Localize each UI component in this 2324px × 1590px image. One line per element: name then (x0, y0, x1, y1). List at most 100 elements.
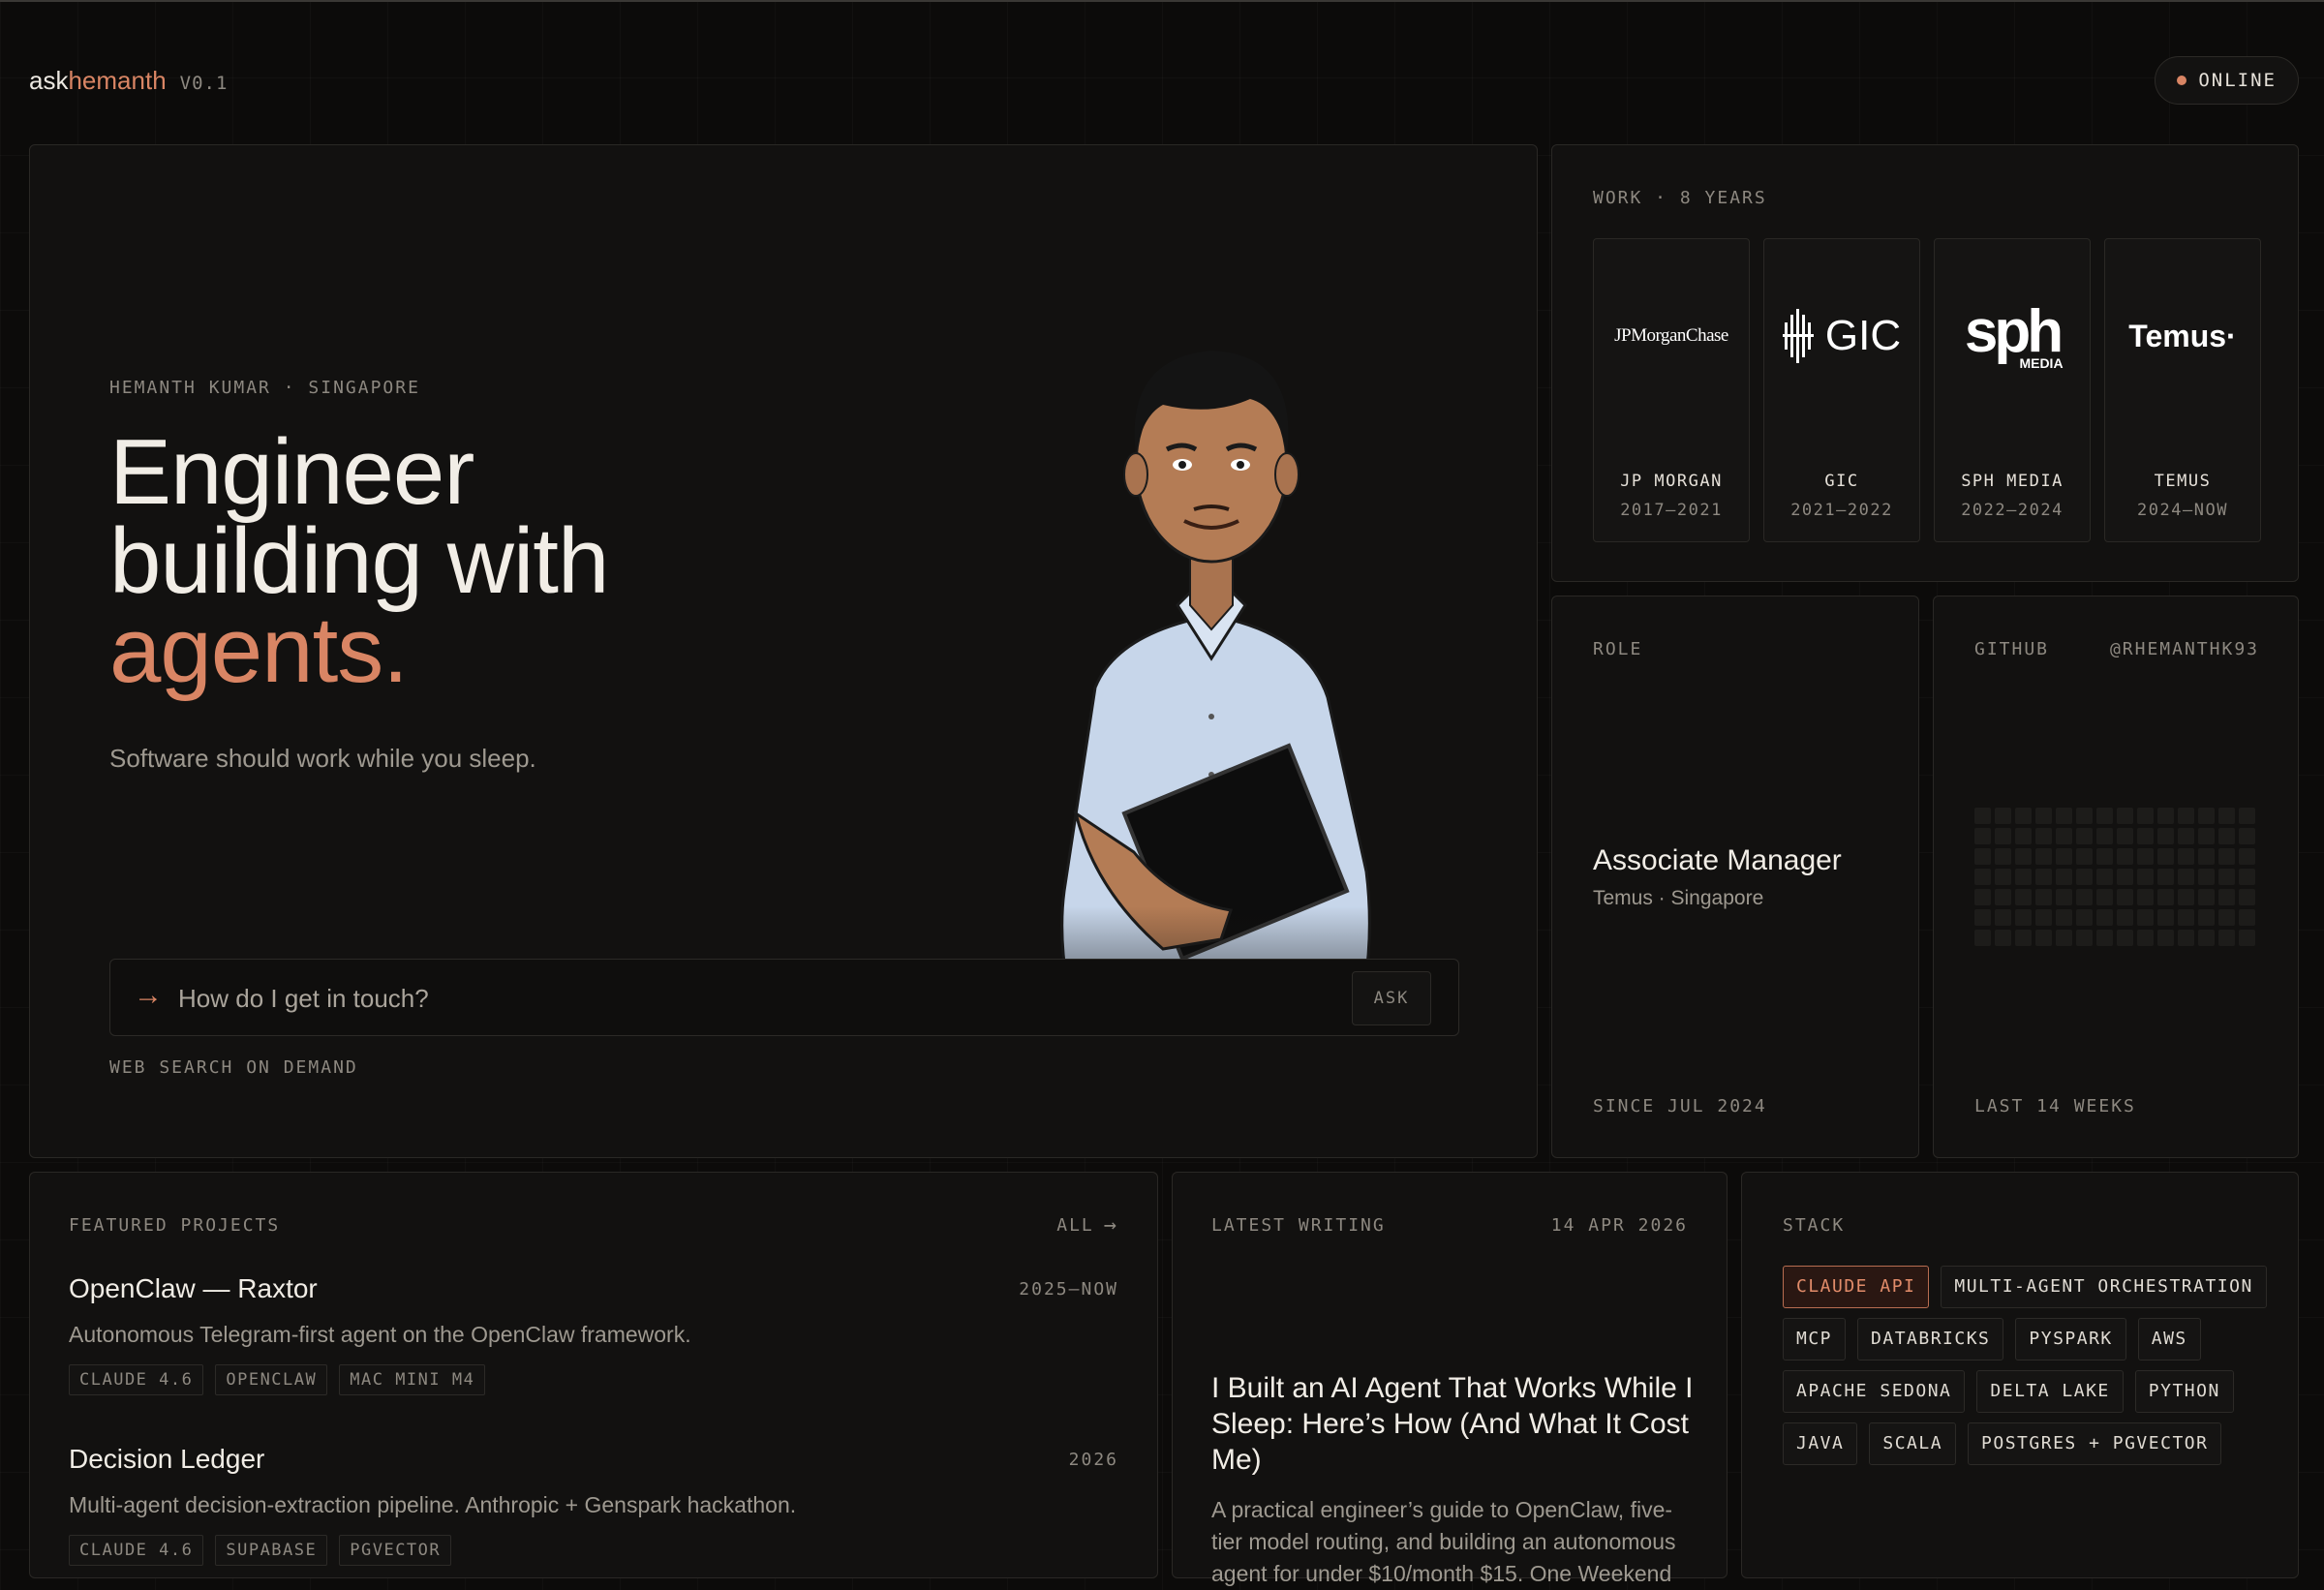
contribution-cell (2035, 909, 2052, 926)
brand-part-ask: ask (29, 66, 69, 95)
online-status-badge: ONLINE (2155, 56, 2299, 105)
contribution-cell (2157, 909, 2174, 926)
company-years: 2024–NOW (2137, 501, 2228, 520)
project-name: OpenClaw — Raxtor (69, 1273, 318, 1303)
ask-bar: → ASK (109, 959, 1459, 1036)
company-name: GIC (1824, 472, 1859, 491)
contribution-cell (2137, 848, 2154, 865)
brand-part-hemanth: hemanth (68, 66, 167, 95)
company-card-jpmorgan[interactable]: JPMorganChase JP MORGAN 2017–2021 (1593, 238, 1750, 542)
article-description: A practical engineer’s guide to OpenClaw… (1211, 1497, 1676, 1586)
project-tag: CLAUDE 4.6 (69, 1535, 204, 1566)
contribution-cell (1974, 808, 1991, 824)
ask-input[interactable] (176, 975, 1245, 1022)
contribution-cell (2218, 909, 2235, 926)
contribution-cell (1974, 930, 1991, 946)
contribution-cell (2239, 909, 2255, 926)
contribution-cell (1995, 808, 2011, 824)
contribution-cell (2239, 808, 2255, 824)
contribution-grid (1974, 808, 2255, 946)
project-tag: PGVECTOR (339, 1535, 452, 1566)
featured-projects-card: FEATURED PROJECTS ALL → OpenClaw — Raxto… (29, 1172, 1158, 1578)
contribution-cell (2137, 808, 2154, 824)
contribution-cell (2096, 909, 2113, 926)
contribution-cell (2096, 869, 2113, 885)
contribution-cell (2137, 909, 2154, 926)
contribution-cell (2096, 808, 2113, 824)
contribution-cell (2117, 848, 2133, 865)
sph-media-logo: sph MEDIA (1964, 298, 2064, 371)
contribution-cell (2157, 889, 2174, 905)
project-description: Autonomous Telegram-first agent on the O… (69, 1322, 691, 1347)
contribution-cell (1974, 869, 1991, 885)
contribution-cell (2076, 828, 2093, 844)
project-tag: OPENCLAW (215, 1364, 328, 1395)
contribution-cell (2178, 869, 2194, 885)
ask-button[interactable]: ASK (1352, 971, 1431, 1025)
contribution-cell (2137, 889, 2154, 905)
company-card-temus[interactable]: Temus · TEMUS 2024–NOW (2104, 238, 2261, 542)
contribution-cell (1974, 848, 1991, 865)
latest-writing-card[interactable]: LATEST WRITING 14 APR 2026 I Built an AI… (1172, 1172, 1728, 1586)
stack-card: STACK CLAUDE API MULTI-AGENT ORCHESTRATI… (1741, 1172, 2299, 1578)
github-handle[interactable]: @RHEMANTHK93 (2110, 639, 2259, 659)
role-card: ROLE Associate Manager Temus · Singapore… (1551, 596, 1919, 1158)
hero-card: HEMANTH KUMAR · SINGAPORE Engineer build… (29, 144, 1538, 1158)
hero-kicker: HEMANTH KUMAR · SINGAPORE (109, 378, 420, 398)
headline-line-1: Engineer (109, 420, 474, 524)
company-years: 2021–2022 (1790, 501, 1893, 520)
web-search-note: WEB SEARCH ON DEMAND (109, 1057, 358, 1078)
contribution-cell (2137, 930, 2154, 946)
github-card[interactable]: GITHUB @RHEMANTHK93 LAST 14 WEEKS (1933, 596, 2299, 1158)
stack-chips: CLAUDE API MULTI-AGENT ORCHESTRATION MCP… (1783, 1266, 2267, 1465)
contribution-cell (2056, 909, 2072, 926)
contribution-cell (2198, 889, 2215, 905)
contribution-cell (1974, 828, 1991, 844)
contribution-cell (2096, 828, 2113, 844)
headline-accent: agents. (109, 598, 409, 702)
contribution-cell (2137, 828, 2154, 844)
role-title: Associate Manager (1593, 844, 1842, 876)
contribution-cell (2117, 869, 2133, 885)
contribution-cell (2157, 869, 2174, 885)
hero-headline: Engineer building with agents. (109, 426, 609, 697)
contribution-cell (2035, 828, 2052, 844)
stack-kicker: STACK (1783, 1215, 1846, 1236)
contribution-cell (2076, 930, 2093, 946)
contribution-cell (2157, 930, 2174, 946)
contribution-cell (2178, 828, 2194, 844)
stack-chip: DATABRICKS (1857, 1318, 2004, 1361)
github-footer: LAST 14 WEEKS (1974, 1096, 2136, 1116)
contribution-cell (2157, 848, 2174, 865)
company-card-gic[interactable]: GIC GIC 2021–2022 (1763, 238, 1920, 542)
contribution-cell (2198, 869, 2215, 885)
contribution-cell (2056, 930, 2072, 946)
contribution-cell (1974, 909, 1991, 926)
article-title[interactable]: I Built an AI Agent That Works While I S… (1211, 1370, 1696, 1478)
contribution-cell (1974, 889, 1991, 905)
arrow-right-icon: → (1103, 1213, 1118, 1238)
stack-chip: SCALA (1869, 1422, 1957, 1465)
status-label: ONLINE (2198, 70, 2277, 91)
contribution-cell (2218, 889, 2235, 905)
contribution-cell (2056, 889, 2072, 905)
contribution-cell (2178, 889, 2194, 905)
brand-logo[interactable]: askhemanth V0.1 (29, 66, 228, 96)
contribution-cell (2218, 930, 2235, 946)
contribution-cell (2198, 828, 2215, 844)
company-years: 2022–2024 (1961, 501, 2064, 520)
contribution-cell (2096, 930, 2113, 946)
avatar-illustration (979, 271, 1444, 1065)
role-since: SINCE JUL 2024 (1593, 1096, 1767, 1116)
role-kicker: ROLE (1593, 639, 1643, 659)
contribution-cell (2056, 808, 2072, 824)
all-projects-link[interactable]: ALL → (1056, 1213, 1118, 1238)
contribution-cell (2015, 848, 2032, 865)
contribution-cell (2218, 869, 2235, 885)
contribution-cell (2076, 909, 2093, 926)
company-card-sph-media[interactable]: sph MEDIA SPH MEDIA 2022–2024 (1934, 238, 2091, 542)
contribution-cell (2198, 930, 2215, 946)
stack-chip: PYTHON (2134, 1370, 2234, 1413)
contribution-cell (2137, 869, 2154, 885)
contribution-cell (2239, 848, 2255, 865)
